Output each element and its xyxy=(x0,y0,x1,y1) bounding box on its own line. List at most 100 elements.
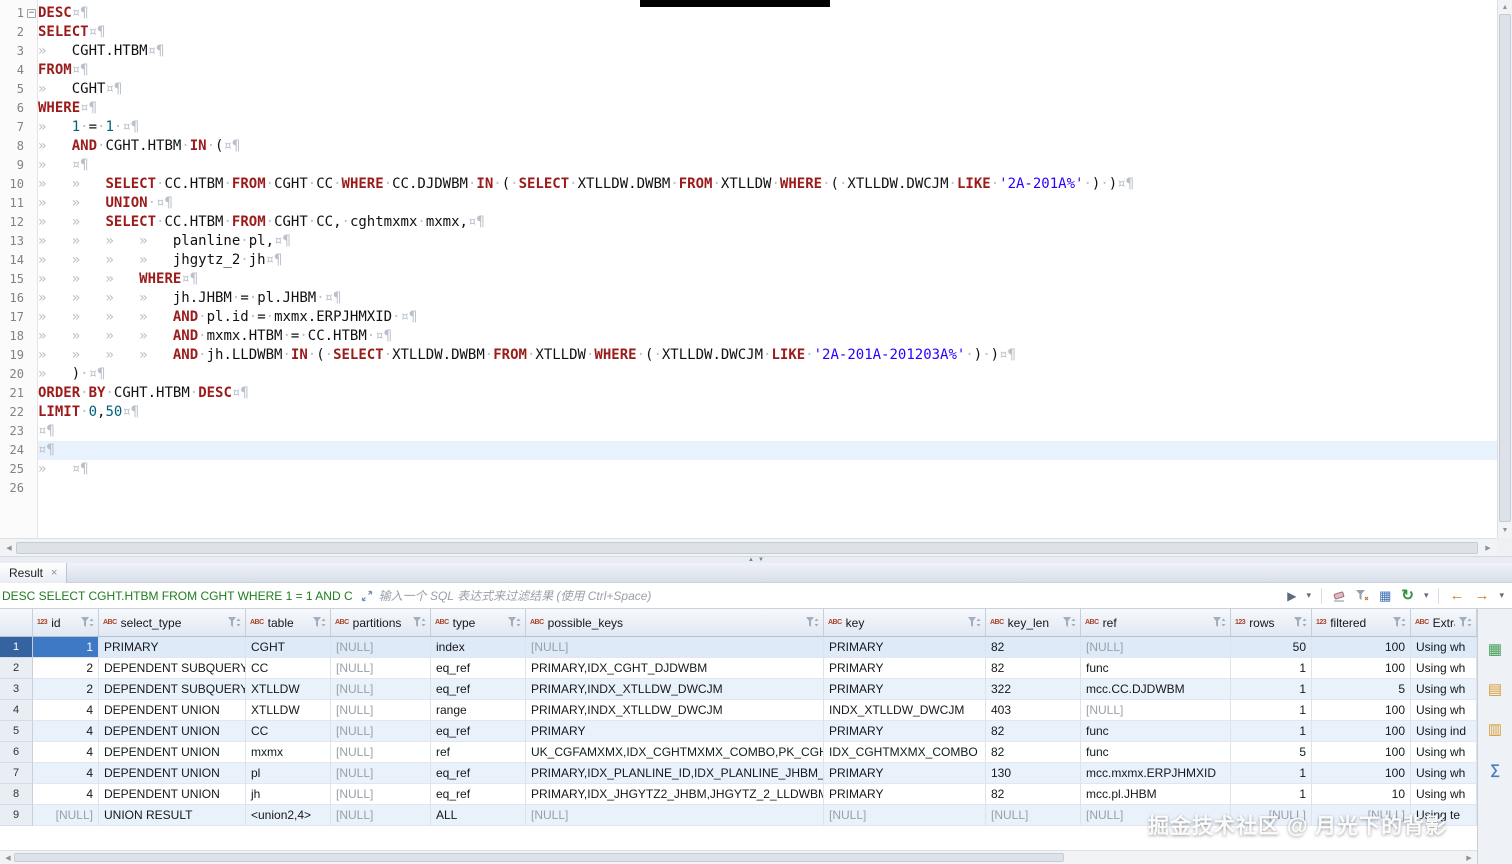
sql-editor[interactable]: 1−23456789101112131415161718192021222324… xyxy=(0,0,1497,538)
result-grid[interactable]: 123idABCselect_typeABCtableABCpartitions… xyxy=(0,609,1477,826)
grid-cell[interactable]: 82 xyxy=(986,784,1081,805)
grid-row[interactable]: 44DEPENDENT UNIONXTLLDW[NULL]rangePRIMAR… xyxy=(0,700,1477,721)
code-line[interactable]: » )·¤¶ xyxy=(38,365,1497,384)
code-line[interactable]: » ¤¶ xyxy=(38,460,1497,479)
grid-cell[interactable]: 4 xyxy=(33,721,99,742)
code-line[interactable]: » » » » jhgytz_2·jh¤¶ xyxy=(38,251,1497,270)
column-header-type[interactable]: ABCtype xyxy=(431,609,526,637)
column-header-filtered[interactable]: 123filtered xyxy=(1312,609,1411,637)
grid-cell[interactable]: [NULL] xyxy=(331,763,431,784)
grid-cell[interactable]: UK_CGFAMXMX,IDX_CGHTMXMX_COMBO,PK_CGH xyxy=(526,742,824,763)
grid-cell[interactable]: XTLLDW xyxy=(246,700,331,721)
grid-cell[interactable]: index xyxy=(431,637,526,658)
grid-cell[interactable]: 50 xyxy=(1231,637,1312,658)
pane-splitter[interactable]: ▲ ▼ xyxy=(0,556,1512,563)
column-header-possible_keys[interactable]: ABCpossible_keys xyxy=(526,609,824,637)
grid-cell[interactable]: 10 xyxy=(1312,784,1411,805)
row-number[interactable]: 8 xyxy=(0,784,33,805)
grid-cell[interactable]: eq_ref xyxy=(431,721,526,742)
grid-cell[interactable]: 82 xyxy=(986,637,1081,658)
grid-cell[interactable]: 100 xyxy=(1312,742,1411,763)
code-line[interactable]: » » SELECT·CC.HTBM·FROM·CGHT·CC·WHERE·CC… xyxy=(38,175,1497,194)
grid-cell[interactable]: PRIMARY,IDX_PLANLINE_ID,IDX_PLANLINE_JHB… xyxy=(526,763,824,784)
grid-cell[interactable]: 1 xyxy=(1231,763,1312,784)
code-line[interactable]: » » » WHERE¤¶ xyxy=(38,270,1497,289)
scroll-right-icon[interactable]: ▶ xyxy=(1481,545,1495,552)
code-line[interactable]: LIMIT·0,50¤¶ xyxy=(38,403,1497,422)
grid-cell[interactable]: Using wh xyxy=(1411,658,1477,679)
code-line[interactable]: » » » » planline·pl,¤¶ xyxy=(38,232,1497,251)
grid-cell[interactable]: func xyxy=(1081,658,1231,679)
code-area[interactable]: DESC¤¶SELECT¤¶» CGHT.HTBM¤¶FROM¤¶» CGHT¤… xyxy=(38,0,1497,538)
code-line[interactable]: ¤¶ xyxy=(38,422,1497,441)
grid-cell[interactable]: PRIMARY xyxy=(824,658,986,679)
scroll-down-icon[interactable]: ▼ xyxy=(1498,527,1512,534)
previous-page-icon[interactable]: ← xyxy=(1449,588,1464,603)
grid-cell[interactable]: mxmx xyxy=(246,742,331,763)
grid-cell[interactable]: PRIMARY xyxy=(824,679,986,700)
column-header-id[interactable]: 123id xyxy=(33,609,99,637)
grid-cell[interactable]: [NULL] xyxy=(1081,637,1231,658)
grid-row[interactable]: 32DEPENDENT SUBQUERYXTLLDW[NULL]eq_refPR… xyxy=(0,679,1477,700)
column-filter-icon[interactable] xyxy=(1459,617,1472,628)
row-number[interactable]: 6 xyxy=(0,742,33,763)
row-number[interactable]: 3 xyxy=(0,679,33,700)
grid-cell[interactable]: [NULL] xyxy=(1081,700,1231,721)
code-line[interactable]: » CGHT¤¶ xyxy=(38,80,1497,99)
column-filter-icon[interactable] xyxy=(413,617,426,628)
grid-cell[interactable]: 1 xyxy=(1231,658,1312,679)
grid-cell[interactable]: DEPENDENT UNION xyxy=(99,763,246,784)
fold-collapse-icon[interactable]: − xyxy=(27,9,36,18)
grid-row[interactable]: 84DEPENDENT UNIONjh[NULL]eq_refPRIMARY,I… xyxy=(0,784,1477,805)
row-number[interactable]: 7 xyxy=(0,763,33,784)
grid-cell[interactable]: 130 xyxy=(986,763,1081,784)
grid-cell[interactable]: Using wh xyxy=(1411,700,1477,721)
panel-text-icon[interactable]: ▤ xyxy=(1488,682,1502,697)
grid-cell[interactable]: Using wh xyxy=(1411,742,1477,763)
grid-cell[interactable]: Using wh xyxy=(1411,763,1477,784)
vertical-scrollbar-thumb[interactable] xyxy=(1499,14,1511,522)
grid-cell[interactable]: [NULL] xyxy=(986,805,1081,826)
grid-cell[interactable]: CGHT xyxy=(246,637,331,658)
grid-cell[interactable]: 322 xyxy=(986,679,1081,700)
grid-cell[interactable]: Using ind xyxy=(1411,721,1477,742)
grid-cell[interactable]: 403 xyxy=(986,700,1081,721)
column-header-key_len[interactable]: ABCkey_len xyxy=(986,609,1081,637)
grid-cell[interactable]: [NULL] xyxy=(33,805,99,826)
grid-cell[interactable]: PRIMARY xyxy=(824,784,986,805)
grid-cell[interactable]: jh xyxy=(246,784,331,805)
grid-cell[interactable]: 82 xyxy=(986,742,1081,763)
grid-cell[interactable]: 82 xyxy=(986,658,1081,679)
column-filter-icon[interactable] xyxy=(1393,617,1406,628)
grid-cell[interactable]: 100 xyxy=(1312,658,1411,679)
code-line[interactable]: » » SELECT·CC.HTBM·FROM·CGHT·CC,·cghtmxm… xyxy=(38,213,1497,232)
grid-cell[interactable]: mcc.pl.JHBM xyxy=(1081,784,1231,805)
grid-cell[interactable]: INDX_XTLLDW_DWCJM xyxy=(824,700,986,721)
grid-cell[interactable]: DEPENDENT UNION xyxy=(99,700,246,721)
editor-horizontal-scrollbar[interactable]: ◀ ▶ xyxy=(0,538,1497,556)
grid-cell[interactable]: 100 xyxy=(1312,637,1411,658)
grid-cell[interactable]: PRIMARY,IDX_JHGYTZ2_JHBM,JHGYTZ_2_LLDWBM… xyxy=(526,784,824,805)
code-line[interactable]: » 1·=·1·¤¶ xyxy=(38,118,1497,137)
grid-cell[interactable]: Using wh xyxy=(1411,679,1477,700)
grid-row[interactable]: 54DEPENDENT UNIONCC[NULL]eq_refPRIMARYPR… xyxy=(0,721,1477,742)
column-filter-icon[interactable] xyxy=(508,617,521,628)
next-page-icon[interactable]: → xyxy=(1474,588,1489,603)
grid-cell[interactable]: XTLLDW xyxy=(246,679,331,700)
grid-cell[interactable]: PRIMARY xyxy=(824,763,986,784)
column-filter-icon[interactable] xyxy=(1294,617,1307,628)
code-line[interactable]: » AND·CGHT.HTBM·IN·(¤¶ xyxy=(38,137,1497,156)
grid-cell[interactable]: 4 xyxy=(33,700,99,721)
clear-filter-icon[interactable] xyxy=(1332,590,1346,602)
grid-cell[interactable]: PRIMARY,INDX_XTLLDW_DWCJM xyxy=(526,679,824,700)
grid-scrollbar-thumb[interactable] xyxy=(14,853,1064,862)
grid-cell[interactable]: range xyxy=(431,700,526,721)
grid-cell[interactable]: DEPENDENT UNION xyxy=(99,721,246,742)
grid-cell[interactable]: func xyxy=(1081,742,1231,763)
grid-cell[interactable]: ALL xyxy=(431,805,526,826)
grid-cell[interactable]: CC xyxy=(246,721,331,742)
column-header-key[interactable]: ABCkey xyxy=(824,609,986,637)
grid-cell[interactable]: PRIMARY xyxy=(526,721,824,742)
column-filter-icon[interactable] xyxy=(313,617,326,628)
row-number[interactable]: 9 xyxy=(0,805,33,826)
